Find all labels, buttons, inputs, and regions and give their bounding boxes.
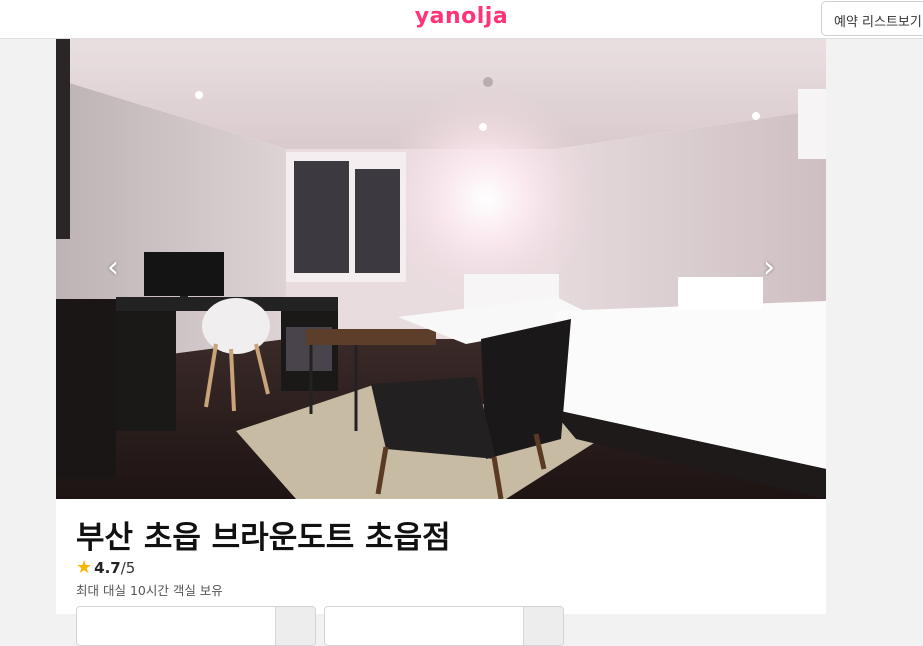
chevron-left-icon[interactable]: ‹ — [100, 251, 126, 285]
listing-description: 최대 대실 10시간 객실 보유 — [76, 583, 223, 598]
top-header: yanolja 예약 리스트보기 — [0, 0, 923, 39]
date-select-handle[interactable] — [523, 607, 563, 645]
rating-max: /5 — [120, 558, 136, 577]
star-icon: ★ — [76, 557, 93, 578]
yanolja-logo[interactable]: yanolja — [0, 4, 923, 29]
checkout-date-select[interactable] — [324, 606, 564, 646]
date-select-handle[interactable] — [275, 607, 315, 645]
reservation-list-button[interactable]: 예약 리스트보기 — [821, 1, 923, 36]
chevron-right-icon[interactable]: › — [756, 251, 782, 285]
checkin-date-select[interactable] — [76, 606, 316, 646]
main-content: ‹ › 부산 초읍 브라운도트 초읍점 ★ 4.7 /5 최대 대실 10시간 … — [56, 39, 826, 646]
room-photo-carousel[interactable]: ‹ › — [56, 39, 826, 499]
listing-title: 부산 초읍 브라운도트 초읍점 — [76, 520, 451, 556]
rating-row: ★ 4.7 /5 — [76, 557, 135, 578]
room-photo — [56, 39, 826, 499]
rating-value: 4.7 — [94, 558, 121, 577]
